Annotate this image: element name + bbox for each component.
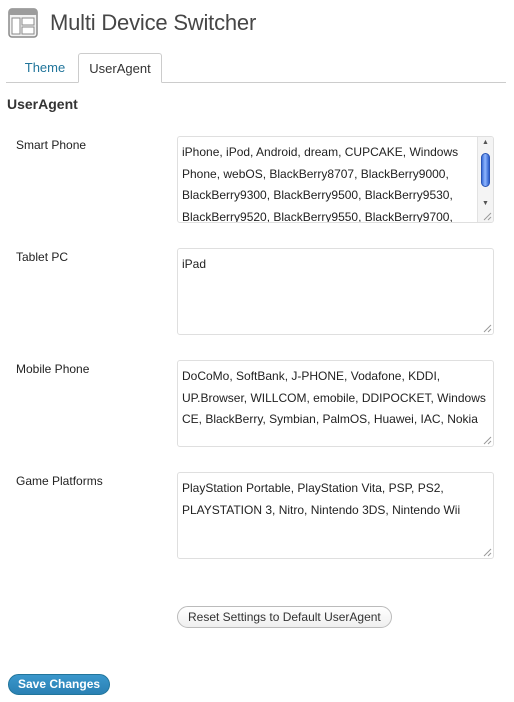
scrollbar[interactable]: ▲ ▼: [477, 137, 493, 222]
resize-grip-icon[interactable]: [483, 548, 492, 557]
mobile-phone-label: Mobile Phone: [16, 362, 90, 376]
section-title: UserAgent: [7, 96, 78, 112]
tablet-pc-label: Tablet PC: [16, 250, 69, 264]
save-changes-button[interactable]: Save Changes: [8, 674, 111, 695]
tab-theme[interactable]: Theme: [12, 53, 78, 82]
reset-default-useragent-button[interactable]: Reset Settings to Default UserAgent: [177, 606, 392, 628]
page-title: Multi Device Switcher: [50, 10, 257, 35]
scroll-up-arrow-icon[interactable]: ▲: [478, 137, 493, 149]
scroll-down-arrow-icon[interactable]: ▼: [478, 198, 493, 210]
page-header: Multi Device Switcher: [8, 5, 256, 41]
scroll-thumb[interactable]: [481, 153, 490, 187]
smart-phone-textarea[interactable]: iPhone, iPod, Android, dream, CUPCAKE, W…: [177, 136, 494, 223]
settings-page-icon: [8, 8, 38, 38]
tablet-pc-value: iPad: [182, 257, 207, 271]
resize-grip-icon[interactable]: [483, 324, 492, 333]
game-platforms-value: PlayStation Portable, PlayStation Vita, …: [182, 481, 461, 517]
tablet-pc-textarea[interactable]: iPad: [177, 248, 494, 335]
resize-grip-icon[interactable]: [483, 436, 492, 445]
mobile-phone-value: DoCoMo, SoftBank, J-PHONE, Vodafone, KDD…: [182, 369, 486, 426]
resize-grip-icon[interactable]: [483, 212, 492, 221]
game-platforms-label: Game Platforms: [16, 474, 103, 488]
game-platforms-textarea[interactable]: PlayStation Portable, PlayStation Vita, …: [177, 472, 494, 559]
smart-phone-value: iPhone, iPod, Android, dream, CUPCAKE, W…: [182, 145, 459, 223]
smart-phone-label: Smart Phone: [16, 138, 87, 152]
mobile-phone-textarea[interactable]: DoCoMo, SoftBank, J-PHONE, Vodafone, KDD…: [177, 360, 494, 447]
tab-useragent[interactable]: UserAgent: [78, 53, 162, 83]
